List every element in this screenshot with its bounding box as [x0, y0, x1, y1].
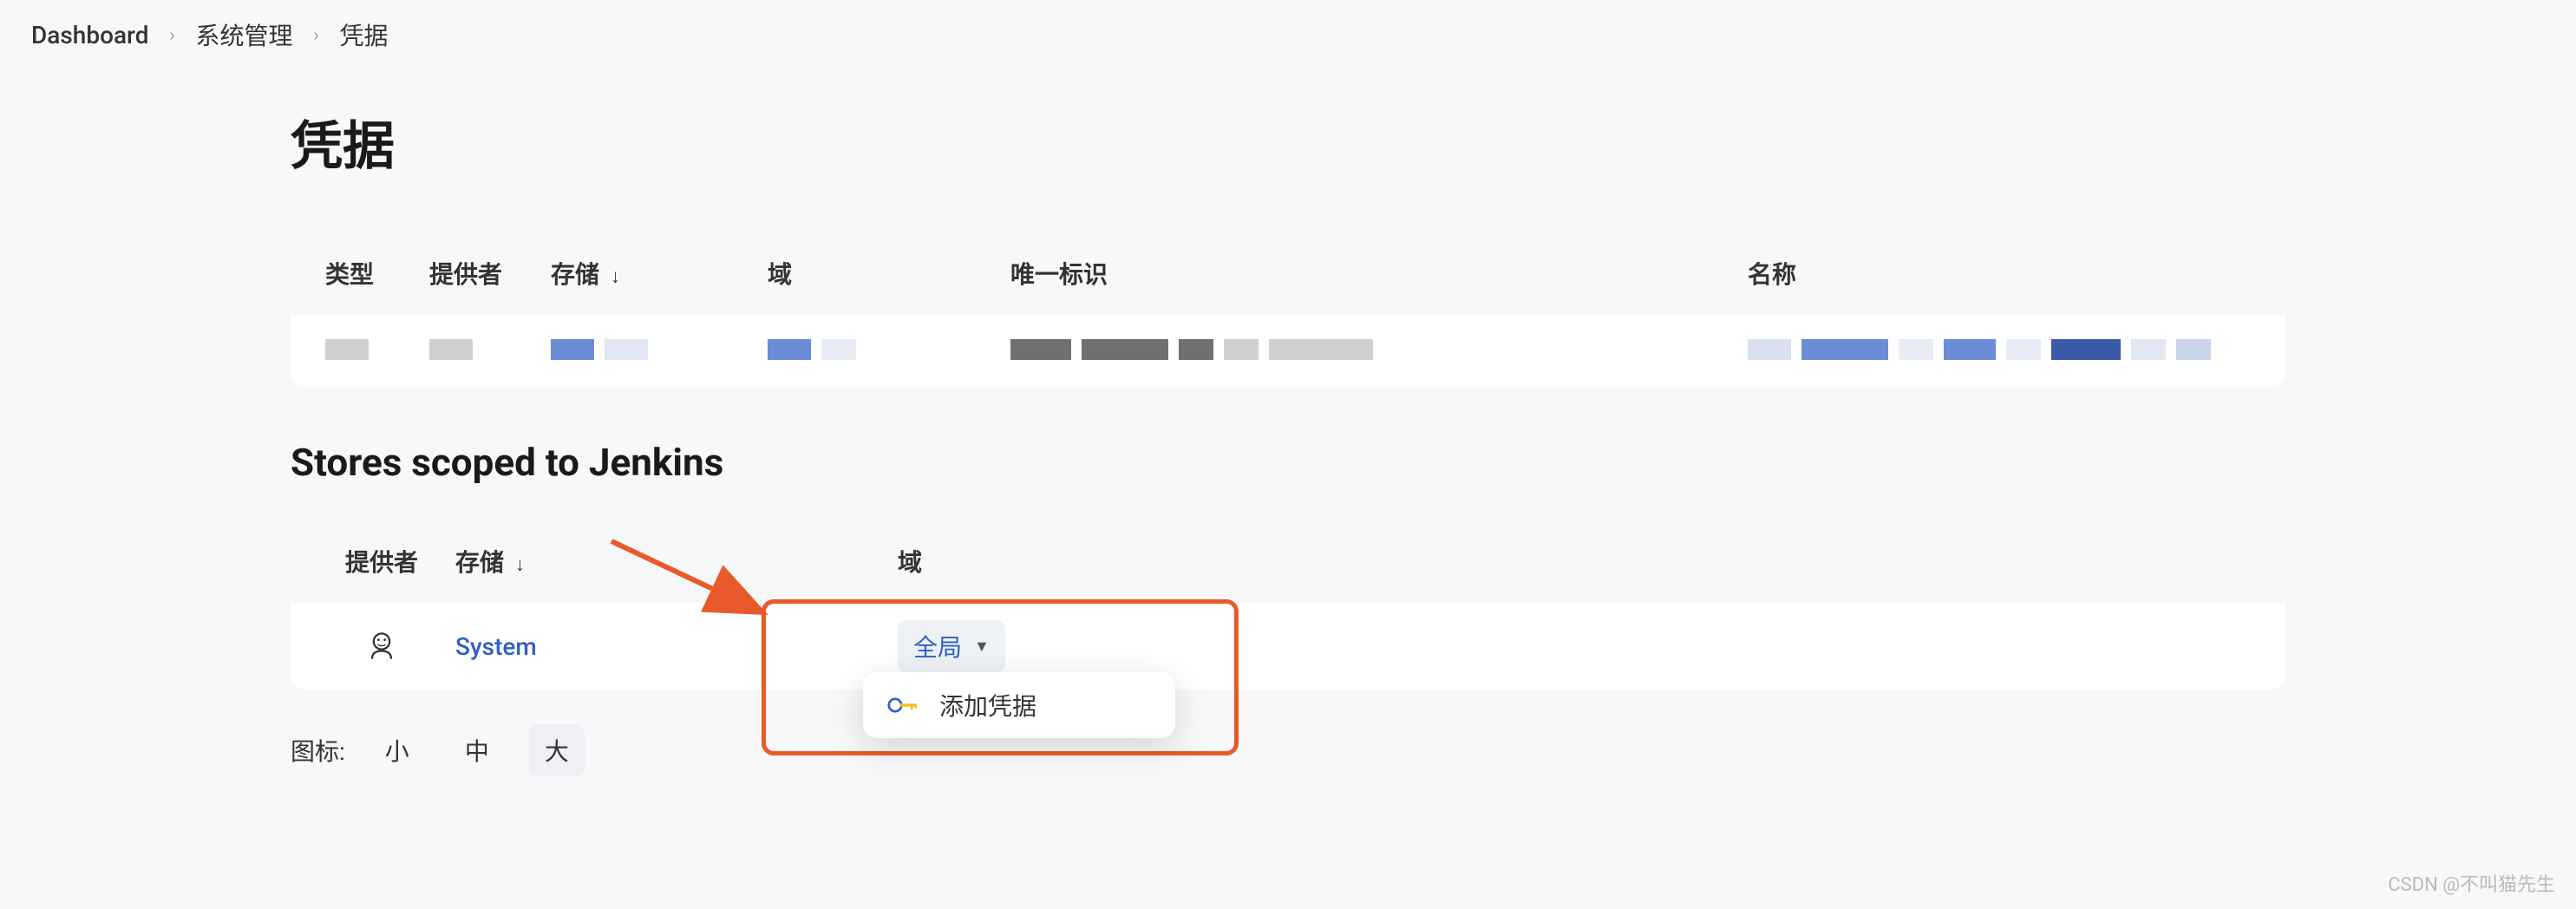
- scol-header-store[interactable]: 存储 ↓: [455, 544, 880, 579]
- breadcrumb: Dashboard › 系统管理 › 凭据: [0, 0, 2576, 69]
- redacted-block: [1899, 339, 1933, 360]
- stores-header-row: 提供者 存储 ↓ 域: [291, 520, 2285, 603]
- watermark: CSDN @不叫猫先生: [2388, 869, 2555, 897]
- redacted-block: [2051, 339, 2121, 360]
- domain-label: 全局: [913, 629, 962, 664]
- sort-arrow-icon: ↓: [515, 554, 525, 576]
- redacted-block: [1748, 339, 1791, 360]
- breadcrumb-credentials[interactable]: 凭据: [340, 17, 389, 52]
- jenkins-icon: [363, 627, 401, 665]
- domain-global-dropdown[interactable]: 全局 ▼: [898, 620, 1005, 672]
- table-row[interactable]: [291, 315, 2285, 388]
- redacted-block: [2131, 339, 2166, 360]
- redacted-block: [605, 339, 648, 360]
- store-system-link[interactable]: System: [455, 632, 537, 661]
- redacted-block: [1082, 339, 1168, 360]
- stores-row: System 全局 ▼ 添加凭据: [291, 603, 2285, 690]
- page-title: 凭据: [291, 104, 2285, 180]
- breadcrumb-dashboard[interactable]: Dashboard: [31, 21, 148, 49]
- redacted-block: [768, 339, 811, 360]
- redacted-block: [1944, 339, 1996, 360]
- redacted-block: [1010, 339, 1071, 360]
- icon-size-label: 图标:: [291, 733, 345, 768]
- key-icon: [887, 695, 919, 716]
- redacted-block: [2006, 339, 2041, 360]
- scol-header-store-label: 存储: [455, 548, 504, 577]
- icon-size-selector: 图标: 小 中 大: [291, 724, 2285, 776]
- scol-header-provider[interactable]: 提供者: [325, 544, 438, 579]
- chevron-down-icon: ▼: [974, 638, 990, 656]
- domain-dropdown-menu: 添加凭据: [863, 672, 1175, 738]
- redacted-block: [429, 339, 473, 360]
- chevron-right-icon: ›: [314, 24, 319, 45]
- col-header-store[interactable]: 存储 ↓: [551, 256, 750, 291]
- credentials-table: 类型 提供者 存储 ↓ 域 唯一标识 名称: [291, 232, 2285, 388]
- col-header-uniqid[interactable]: 唯一标识: [1010, 256, 1730, 291]
- redacted-block: [1179, 339, 1213, 360]
- redacted-block: [1269, 339, 1373, 360]
- table-header-row: 类型 提供者 存储 ↓ 域 唯一标识 名称: [291, 232, 2285, 315]
- redacted-block: [551, 339, 594, 360]
- icon-size-medium[interactable]: 中: [449, 724, 505, 776]
- add-credentials-item[interactable]: 添加凭据: [939, 688, 1036, 723]
- icon-size-large[interactable]: 大: [529, 724, 585, 776]
- col-header-domain[interactable]: 域: [768, 256, 993, 291]
- col-header-provider[interactable]: 提供者: [429, 256, 533, 291]
- redacted-block: [325, 339, 369, 360]
- col-header-name[interactable]: 名称: [1748, 256, 2251, 291]
- scol-header-domain[interactable]: 域: [898, 544, 2251, 579]
- breadcrumb-system-manage[interactable]: 系统管理: [196, 17, 293, 52]
- sort-arrow-icon: ↓: [611, 266, 620, 288]
- redacted-block: [821, 339, 856, 360]
- col-header-type[interactable]: 类型: [325, 256, 412, 291]
- col-header-store-label: 存储: [551, 260, 599, 289]
- redacted-block: [1801, 339, 1888, 360]
- icon-size-small[interactable]: 小: [369, 724, 425, 776]
- redacted-block: [1224, 339, 1259, 360]
- chevron-right-icon: ›: [169, 24, 174, 45]
- redacted-block: [2176, 339, 2211, 360]
- stores-section-title: Stores scoped to Jenkins: [291, 440, 2285, 485]
- stores-table: 提供者 存储 ↓ 域 System 全: [291, 520, 2285, 690]
